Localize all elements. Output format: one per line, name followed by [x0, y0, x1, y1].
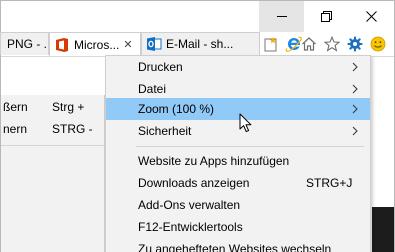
menu-item-add-site-to-apps[interactable]: Website zu Apps hinzufügen — [106, 150, 370, 172]
feedback-button[interactable] — [369, 35, 387, 53]
submenu-arrow-icon — [352, 104, 358, 114]
menu-item-label: Datei — [138, 82, 167, 96]
close-button[interactable] — [349, 1, 394, 32]
home-button[interactable] — [300, 35, 318, 53]
menu-item-f12-devtools[interactable]: F12-Entwicklertools — [106, 216, 370, 238]
menu-item-label: Zu angehefteten Websites wechseln — [138, 242, 332, 252]
tab-email[interactable]: E-Mail - sh... — [141, 32, 260, 55]
restore-button[interactable] — [304, 1, 349, 32]
close-icon — [366, 11, 377, 22]
menu-item-shortcut: STRG+J — [306, 176, 353, 190]
menu-item-zoom[interactable]: Zoom (100 %) — [106, 98, 370, 120]
menu-item-label: Zoom (100 %) — [138, 102, 215, 116]
office-icon — [56, 37, 68, 52]
submenu-arrow-icon — [352, 84, 358, 94]
menu-item-security[interactable]: Sicherheit — [106, 120, 370, 142]
menu-item-label: Website zu Apps hinzufügen — [138, 154, 290, 168]
minimize-button[interactable] — [259, 1, 304, 32]
favorites-button[interactable] — [323, 35, 341, 53]
submenu-item-shortcut: STRG - — [52, 122, 93, 136]
tab-title: PNG - ... — [7, 37, 48, 51]
restore-icon — [321, 11, 332, 22]
menu-item-label: Add-Ons verwalten — [138, 198, 241, 212]
outlook-icon — [147, 37, 162, 51]
menu-item-print[interactable]: Drucken — [106, 56, 370, 78]
home-icon — [302, 37, 316, 51]
page-dark-strip — [372, 207, 394, 252]
tab-bar: PNG - ... Micros... ✕ E-Mail - sh... — [0, 32, 394, 56]
tab-title: Micros... — [74, 37, 120, 52]
zoom-submenu: ßern Strg + nern STRG - — [1, 95, 105, 252]
tab-close-icon[interactable]: ✕ — [123, 38, 132, 51]
menu-item-label: Sicherheit — [138, 124, 192, 138]
submenu-item-label: ßern — [3, 100, 28, 114]
title-bar — [1, 1, 394, 32]
menu-item-view-downloads[interactable]: Downloads anzeigen STRG+J — [106, 172, 370, 194]
minimize-icon — [276, 16, 287, 17]
tab-title: E-Mail - sh... — [166, 37, 234, 51]
tab-microsoft[interactable]: Micros... ✕ — [49, 32, 141, 56]
submenu-separator — [1, 145, 105, 146]
submenu-item-label: nern — [3, 122, 28, 136]
submenu-arrow-icon — [352, 62, 358, 72]
mouse-cursor-icon — [239, 113, 252, 133]
menu-item-label: F12-Entwicklertools — [138, 220, 243, 234]
tools-menu: Drucken Datei Zoom (100 %) Sicherheit We… — [105, 55, 371, 252]
gear-icon — [347, 36, 363, 52]
tab-png[interactable]: PNG - ... — [0, 32, 49, 55]
menu-item-label: Downloads anzeigen — [138, 176, 250, 190]
menu-item-label: Drucken — [138, 60, 183, 74]
new-tab-icon[interactable] — [263, 36, 279, 52]
menu-separator — [136, 146, 364, 147]
submenu-item-zoom-out[interactable]: nern STRG - — [1, 118, 105, 140]
submenu-item-zoom-in[interactable]: ßern Strg + — [1, 96, 105, 118]
menu-item-go-to-pinned-sites[interactable]: Zu angehefteten Websites wechseln — [106, 238, 370, 252]
tools-button[interactable] — [346, 35, 364, 53]
smiley-icon — [370, 36, 386, 52]
menu-item-manage-addons[interactable]: Add-Ons verwalten — [106, 194, 370, 216]
submenu-arrow-icon — [352, 126, 358, 136]
star-icon — [324, 36, 340, 52]
menu-item-file[interactable]: Datei — [106, 78, 370, 100]
submenu-item-shortcut: Strg + — [52, 100, 85, 114]
